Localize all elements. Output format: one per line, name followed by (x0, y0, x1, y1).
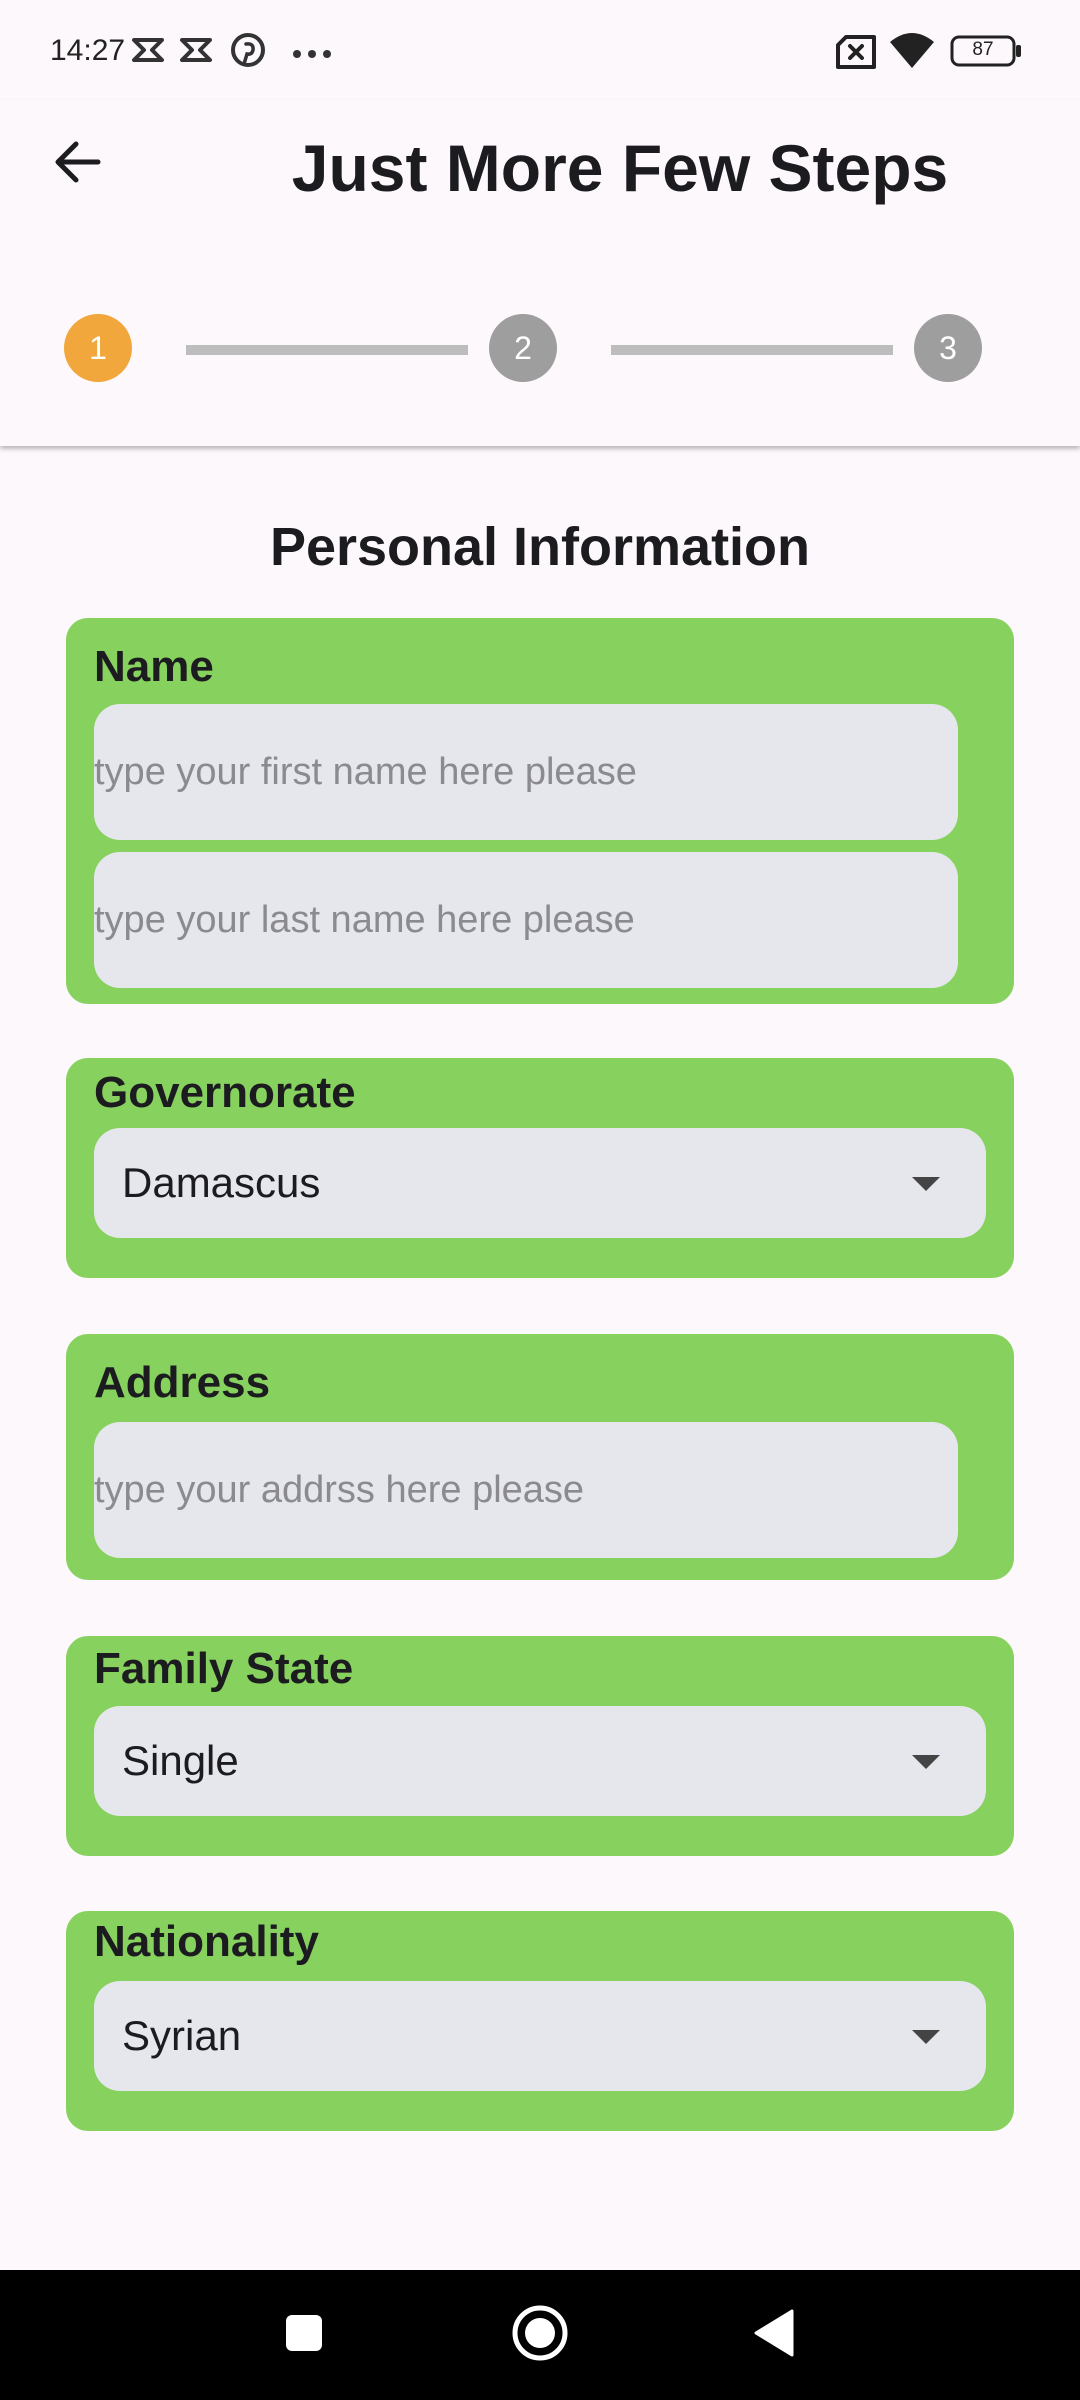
family-state-dropdown[interactable]: Single (94, 1706, 986, 1816)
step-2[interactable]: 2 (489, 314, 557, 382)
last-name-input[interactable] (94, 852, 958, 988)
nationality-dropdown[interactable]: Syrian (94, 1981, 986, 2091)
step-1-label: 1 (89, 329, 107, 366)
stepper: 1 2 3 (0, 314, 1080, 384)
status-bar: 14:27 87 (0, 0, 1080, 100)
capcut-icon (178, 32, 214, 73)
step-connector (611, 345, 893, 355)
pinterest-icon (230, 32, 266, 73)
family-state-card: Family State Single (66, 1636, 1014, 1856)
sim-disabled-icon (834, 34, 878, 75)
wifi-icon (888, 30, 936, 75)
address-label: Address (94, 1358, 271, 1407)
name-card: Name (66, 618, 1014, 1004)
governorate-label: Governorate (94, 1068, 356, 1117)
capcut-icon (130, 32, 166, 73)
governorate-card: Governorate Damascus (66, 1058, 1014, 1278)
dropdown-arrow-icon (912, 1177, 940, 1191)
dropdown-arrow-icon (912, 2030, 940, 2044)
nationality-label: Nationality (94, 1917, 319, 1966)
step-2-label: 2 (514, 329, 532, 366)
back-triangle-icon (752, 2309, 796, 2362)
app-bar: Just More Few Steps 1 2 3 (0, 100, 1080, 446)
name-label: Name (94, 642, 214, 691)
system-nav-bar (0, 2270, 1080, 2400)
back-button[interactable] (40, 126, 116, 202)
recents-square-icon (284, 2313, 324, 2358)
step-3[interactable]: 3 (914, 314, 982, 382)
more-dots-icon (292, 46, 332, 64)
dropdown-arrow-icon (912, 1755, 940, 1769)
battery-icon: 87 (950, 34, 1022, 73)
governorate-selected: Damascus (122, 1159, 321, 1206)
step-connector (186, 345, 468, 355)
battery-level: 87 (972, 39, 994, 60)
home-circle-icon (510, 2303, 570, 2368)
status-time: 14:27 (50, 34, 126, 67)
address-input[interactable] (94, 1422, 958, 1558)
home-button[interactable] (480, 2270, 600, 2400)
first-name-input[interactable] (94, 704, 958, 840)
family-state-label: Family State (94, 1644, 354, 1693)
family-state-selected: Single (122, 1737, 239, 1784)
nationality-selected: Syrian (122, 2012, 242, 2059)
arrow-left-icon (52, 136, 104, 193)
recents-button[interactable] (244, 2270, 364, 2400)
back-nav-button[interactable] (714, 2270, 834, 2400)
governorate-dropdown[interactable]: Damascus (94, 1128, 986, 1238)
address-card: Address (66, 1334, 1014, 1580)
step-3-label: 3 (939, 329, 957, 366)
section-title: Personal Information (269, 517, 811, 577)
nationality-card: Nationality Syrian (66, 1911, 1014, 2131)
step-1[interactable]: 1 (64, 314, 132, 382)
page-title: Just More Few Steps (291, 131, 949, 205)
